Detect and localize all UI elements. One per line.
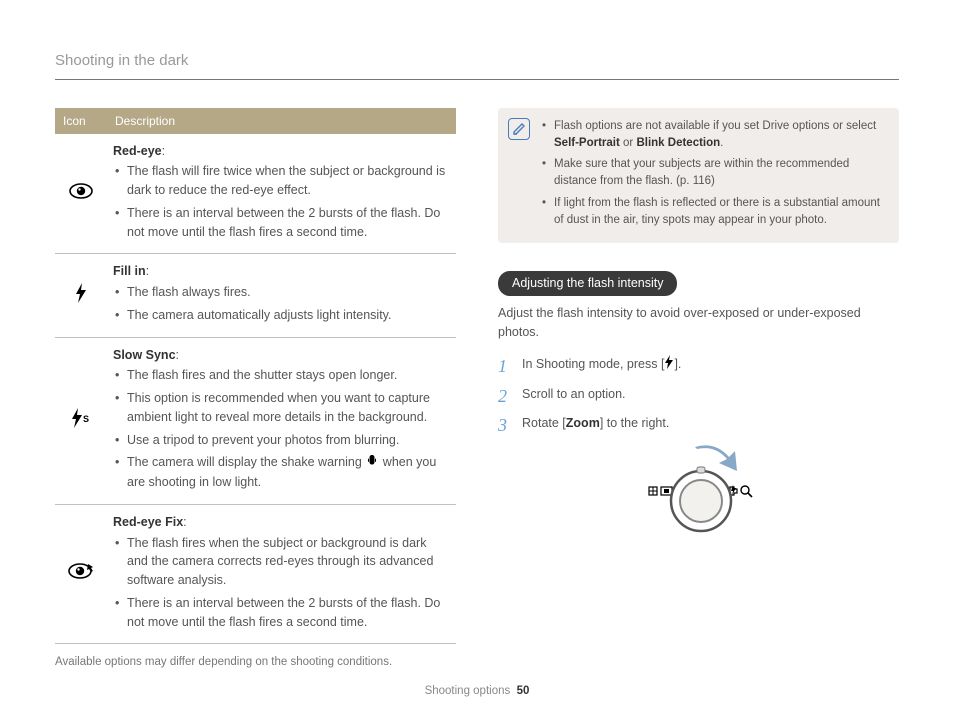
shake-warning-icon xyxy=(365,453,379,473)
row-bullet: Use a tripod to prevent your photos from… xyxy=(113,431,450,450)
row-title: Red-eye xyxy=(113,144,162,158)
th-icon: Icon xyxy=(55,108,107,134)
step-item: Scroll to an option. xyxy=(498,385,899,404)
row-bullet: There is an interval between the 2 burst… xyxy=(113,594,450,632)
row-bullet: The flash will fire twice when the subje… xyxy=(113,162,450,200)
table-footnote: Available options may differ depending o… xyxy=(55,654,456,671)
content-columns: Icon Description Red-eye: The flash will… xyxy=(55,108,899,672)
svg-text:S: S xyxy=(83,414,89,424)
note-icon xyxy=(508,118,530,140)
row-bullet: The flash fires when the subject or back… xyxy=(113,534,450,590)
table-row: Red-eye: The flash will fire twice when … xyxy=(55,134,456,254)
section-heading-pill: Adjusting the flash intensity xyxy=(498,271,677,296)
red-eye-icon xyxy=(55,134,107,254)
note-item: Flash options are not available if you s… xyxy=(542,118,885,153)
th-desc: Description xyxy=(107,108,456,134)
note-item: Make sure that your subjects are within … xyxy=(542,156,885,191)
row-bullet: There is an interval between the 2 burst… xyxy=(113,204,450,242)
section-intro: Adjust the flash intensity to avoid over… xyxy=(498,304,899,342)
page-title: Shooting in the dark xyxy=(55,50,899,80)
zoom-dial-illustration xyxy=(498,443,899,549)
row-bullet: This option is recommended when you want… xyxy=(113,389,450,427)
row-bullet: The flash always fires. xyxy=(113,283,450,302)
flash-options-table: Icon Description Red-eye: The flash will… xyxy=(55,108,456,645)
row-title: Slow Sync xyxy=(113,348,176,362)
row-bullet: The camera will display the shake warnin… xyxy=(113,453,450,492)
page-footer: Shooting options 50 xyxy=(0,683,954,700)
footer-page-number: 50 xyxy=(517,685,530,697)
row-bullet: The camera automatically adjusts light i… xyxy=(113,306,450,325)
row-title: Red-eye Fix xyxy=(113,515,183,529)
flash-icon xyxy=(664,355,674,375)
right-column: Flash options are not available if you s… xyxy=(498,108,899,672)
steps-list: In Shooting mode, press []. Scroll to an… xyxy=(498,355,899,432)
red-eye-fix-icon xyxy=(55,504,107,644)
slow-sync-icon: S xyxy=(55,337,107,504)
footer-section: Shooting options xyxy=(425,685,511,697)
note-box: Flash options are not available if you s… xyxy=(498,108,899,244)
note-item: If light from the flash is reflected or … xyxy=(542,195,885,230)
row-bullet: The flash fires and the shutter stays op… xyxy=(113,366,450,385)
table-row: S Slow Sync: The flash fires and the shu… xyxy=(55,337,456,504)
row-title: Fill in xyxy=(113,264,146,278)
step-item: In Shooting mode, press []. xyxy=(498,355,899,375)
fill-in-icon xyxy=(55,254,107,337)
table-row: Fill in: The flash always fires. The cam… xyxy=(55,254,456,337)
table-row: Red-eye Fix: The flash fires when the su… xyxy=(55,504,456,644)
step-item: Rotate [Zoom] to the right. xyxy=(498,414,899,433)
left-column: Icon Description Red-eye: The flash will… xyxy=(55,108,456,672)
